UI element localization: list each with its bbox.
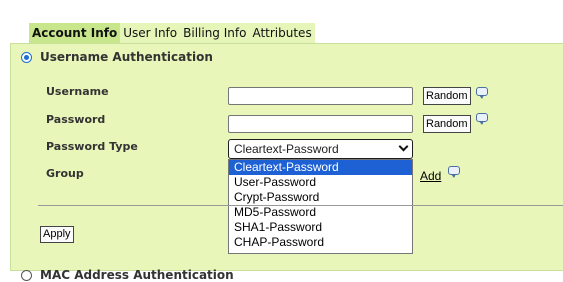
password-type-selected-value: Cleartext-Password <box>234 142 339 156</box>
password-type-option[interactable]: MD5-Password <box>229 205 412 220</box>
password-type-option[interactable]: CHAP-Password <box>229 235 412 250</box>
chevron-down-icon <box>398 141 409 152</box>
password-type-option[interactable]: SHA1-Password <box>229 220 412 235</box>
password-type-label: Password Type <box>46 140 138 153</box>
tab-account-info[interactable]: Account Info <box>29 23 121 43</box>
tab-billing-info[interactable]: Billing Info <box>180 23 249 43</box>
mac-auth-title: MAC Address Authentication <box>40 268 234 282</box>
password-input[interactable] <box>228 115 413 133</box>
tab-attributes[interactable]: Attributes <box>249 23 314 43</box>
tab-user-info[interactable]: User Info <box>120 23 180 43</box>
password-label: Password <box>46 113 106 126</box>
username-auth-radio[interactable] <box>21 52 32 63</box>
help-bubble-icon[interactable] <box>448 166 460 178</box>
password-type-select[interactable]: Cleartext-Password <box>228 139 413 159</box>
group-label: Group <box>46 167 84 180</box>
apply-button[interactable]: Apply <box>40 226 74 243</box>
username-input[interactable] <box>228 87 413 105</box>
tab-bar: Account Info User Info Billing Info Attr… <box>29 23 315 43</box>
username-auth-title: Username Authentication <box>40 50 213 64</box>
username-label: Username <box>46 85 109 98</box>
mac-auth-radio[interactable] <box>21 270 32 281</box>
add-group-link[interactable]: Add <box>420 169 441 183</box>
help-bubble-icon[interactable] <box>476 87 488 99</box>
section-divider <box>38 205 563 206</box>
password-type-option[interactable]: Cleartext-Password <box>229 160 412 175</box>
password-type-option[interactable]: User-Password <box>229 175 412 190</box>
help-bubble-icon[interactable] <box>476 113 488 125</box>
random-username-button[interactable]: Random <box>423 87 471 105</box>
password-type-option[interactable]: Crypt-Password <box>229 190 412 205</box>
random-password-button[interactable]: Random <box>423 115 471 133</box>
password-type-dropdown: Cleartext-Password User-Password Crypt-P… <box>228 159 413 254</box>
